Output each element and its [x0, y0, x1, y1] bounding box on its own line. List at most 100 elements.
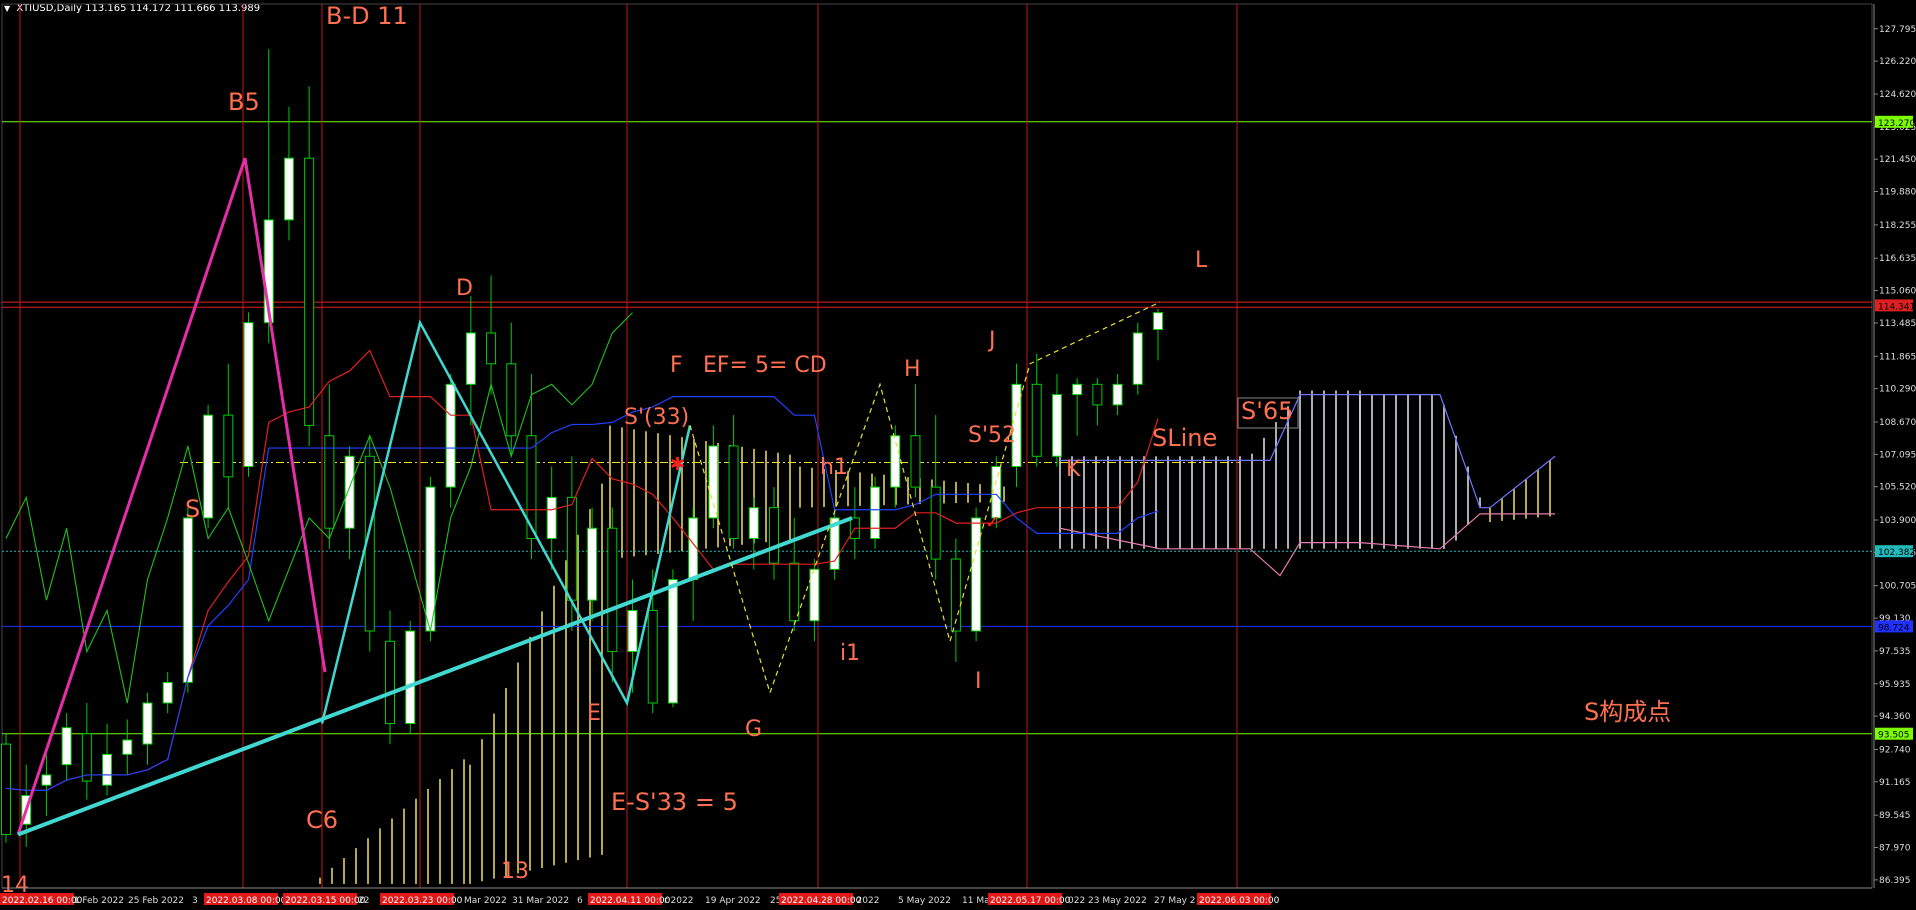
- y-tick-label: 86.395: [1879, 876, 1911, 886]
- y-tick-label: 94.360: [1879, 712, 1911, 722]
- time-stamp-label: 2022.04.11 00:00: [590, 896, 671, 906]
- candle-body[interactable]: [566, 496, 577, 601]
- x-tick-label: 19 Apr 2022: [705, 896, 761, 906]
- x-tick-label: 3: [192, 896, 198, 906]
- candle-body[interactable]: [607, 527, 618, 653]
- candle-body[interactable]: [910, 435, 921, 488]
- y-tick-label: 116.635: [1879, 254, 1916, 264]
- price-tag-label: 123.270: [1878, 119, 1915, 129]
- annotation-i: I: [975, 669, 982, 694]
- x-tick-label: 25 Feb 2022: [128, 896, 184, 906]
- candle-body[interactable]: [627, 609, 638, 653]
- x-tick-label: Mar 2022: [464, 896, 507, 906]
- candle-body[interactable]: [769, 507, 779, 564]
- check-marker: ✓: [985, 512, 1000, 533]
- candle-body[interactable]: [1051, 394, 1062, 457]
- annotation-f: F: [670, 353, 683, 378]
- candle-body[interactable]: [789, 562, 800, 622]
- annotation-c6: C6: [306, 806, 338, 834]
- candle-body[interactable]: [425, 486, 436, 632]
- candle-body[interactable]: [1132, 332, 1143, 385]
- candle-body[interactable]: [1, 743, 11, 836]
- candle-body[interactable]: [41, 774, 52, 786]
- candle-body[interactable]: [405, 630, 416, 725]
- candle-body[interactable]: [870, 486, 881, 540]
- annotation-k: K: [1066, 457, 1081, 482]
- y-tick-label: 103.900: [1879, 516, 1916, 526]
- time-stamp-label: 2022.05.17 00:00: [990, 896, 1071, 906]
- candle-body[interactable]: [486, 332, 497, 365]
- annotation-s_point: S构成点: [1584, 698, 1671, 726]
- candle-body[interactable]: [890, 435, 901, 488]
- candle-body[interactable]: [385, 640, 395, 725]
- candle-body[interactable]: [162, 681, 173, 704]
- annotation-d: D: [456, 276, 473, 301]
- annotation-i1: i1: [840, 641, 860, 666]
- candle-body[interactable]: [971, 517, 982, 632]
- candle-body[interactable]: [667, 579, 678, 704]
- x-tick-label: 5 May 2022: [898, 896, 951, 906]
- candle-body[interactable]: [243, 322, 254, 468]
- x-tick-label: 11 Ma: [962, 896, 990, 906]
- y-tick-label: 100.705: [1879, 582, 1916, 592]
- candle-body[interactable]: [1031, 383, 1042, 457]
- y-tick-label: 92.740: [1879, 745, 1911, 755]
- y-tick-label: 124.620: [1879, 90, 1916, 100]
- y-tick-label: 95.935: [1879, 680, 1911, 690]
- candle-body[interactable]: [1072, 383, 1083, 396]
- candle-body[interactable]: [344, 455, 355, 529]
- candle-body[interactable]: [203, 414, 214, 519]
- candle-body[interactable]: [1112, 383, 1123, 406]
- candle-body[interactable]: [647, 609, 658, 704]
- candle-body[interactable]: [587, 527, 598, 601]
- time-stamp-label: 2022.03.23 00:00: [382, 896, 463, 906]
- annotation-s33: S'(33): [624, 405, 689, 430]
- annotation-h1: h1: [820, 455, 848, 480]
- candle-body[interactable]: [283, 157, 294, 221]
- candle-body[interactable]: [142, 702, 153, 745]
- annotation-es33: E-S'33 = 5: [611, 788, 738, 816]
- time-stamp-label: 2022.02.16 00:00: [2, 896, 83, 906]
- y-tick-label: 91.165: [1879, 778, 1911, 788]
- y-tick-label: 121.450: [1879, 155, 1916, 165]
- candle-body[interactable]: [708, 445, 719, 519]
- annotation-s65: S'65: [1241, 397, 1293, 425]
- candle-body[interactable]: [182, 517, 193, 683]
- candle-body[interactable]: [809, 568, 820, 622]
- candle-body[interactable]: [102, 753, 113, 786]
- y-tick-label: 119.880: [1879, 187, 1916, 197]
- candle-body[interactable]: [61, 727, 72, 766]
- candle-body[interactable]: [122, 739, 133, 755]
- y-tick-label: 115.060: [1879, 287, 1916, 297]
- annotation-e: E: [587, 701, 601, 726]
- annotation-n13: 13: [501, 859, 529, 884]
- candle-body[interactable]: [465, 332, 476, 385]
- candle-body[interactable]: [930, 486, 941, 560]
- y-tick-label: 97.535: [1879, 647, 1911, 657]
- candle-body[interactable]: [1153, 312, 1163, 331]
- tenkan-line: [5, 349, 1159, 791]
- annotation-ef: EF= 5= CD: [703, 353, 827, 378]
- price-tag-label: 98.724: [1878, 623, 1910, 633]
- candle-body[interactable]: [748, 507, 759, 540]
- annotation-s52: S'52: [968, 423, 1016, 448]
- candle-body[interactable]: [1092, 383, 1103, 406]
- time-stamp-label: 2022.04.28 00:00: [781, 896, 862, 906]
- annotation-h: H: [904, 357, 921, 382]
- candle-body[interactable]: [324, 435, 335, 529]
- candle-body[interactable]: [688, 517, 699, 581]
- candle-body[interactable]: [728, 445, 739, 540]
- candle-body[interactable]: [445, 383, 456, 488]
- senkou-a-line: [1060, 394, 1556, 509]
- price-tag-label: 114.341: [1878, 302, 1915, 312]
- x-tick-label: 6: [577, 896, 583, 906]
- annotation-b5: B5: [228, 88, 260, 116]
- candle-body[interactable]: [304, 157, 315, 426]
- candle-body[interactable]: [546, 496, 557, 540]
- candle-body[interactable]: [81, 733, 92, 782]
- candle-body[interactable]: [506, 363, 517, 437]
- annotation-l: L: [1195, 248, 1208, 273]
- y-tick-label: 105.520: [1879, 483, 1916, 493]
- candle-body[interactable]: [223, 414, 234, 478]
- price-chart[interactable]: ✱ ✓ B-D 11 B5 S D F EF= 5= CD S'(33) Hh1 J L S'52 SLi…: [0, 0, 1916, 910]
